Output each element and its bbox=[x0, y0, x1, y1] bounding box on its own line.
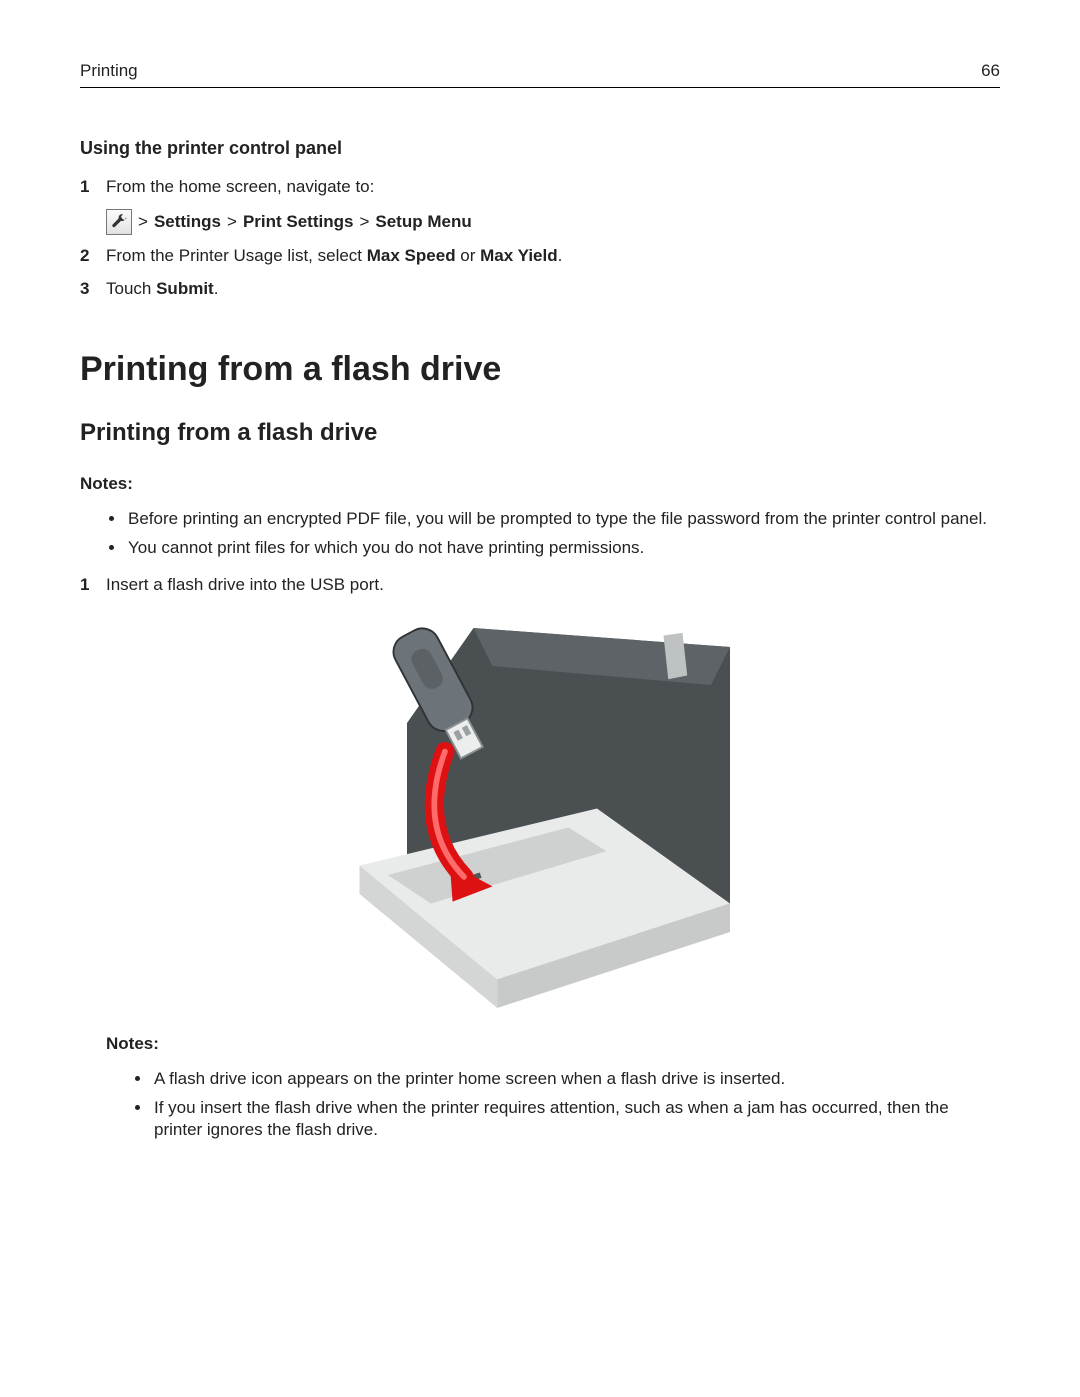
note-item: A flash drive icon appears on the printe… bbox=[152, 1068, 1000, 1091]
step-text: From the home screen, navigate to: bbox=[106, 176, 1000, 199]
step-3: 3 Touch Submit. bbox=[80, 278, 1000, 301]
step-text: Touch Submit. bbox=[106, 278, 1000, 301]
text-fragment: . bbox=[558, 246, 563, 265]
text-bold: Submit bbox=[156, 279, 214, 298]
step-text: From the Printer Usage list, select Max … bbox=[106, 245, 1000, 268]
path-sep: > bbox=[227, 211, 237, 234]
text-fragment: From the Printer Usage list, select bbox=[106, 246, 367, 265]
step-insert-flash: 1 Insert a flash drive into the USB port… bbox=[80, 574, 1000, 597]
path-setup-menu: Setup Menu bbox=[375, 211, 471, 234]
header-section: Printing bbox=[80, 60, 138, 83]
step-number: 3 bbox=[80, 278, 106, 301]
notes-label-1: Notes: bbox=[80, 473, 1000, 496]
navigation-path: > Settings > Print Settings > Setup Menu bbox=[106, 209, 1000, 235]
steps-list-flash: 1 Insert a flash drive into the USB port… bbox=[80, 574, 1000, 597]
text-fragment: or bbox=[456, 246, 481, 265]
path-print-settings: Print Settings bbox=[243, 211, 354, 234]
path-sep: > bbox=[359, 211, 369, 234]
step-number: 1 bbox=[80, 574, 106, 597]
text-fragment: . bbox=[214, 279, 219, 298]
step-2: 2 From the Printer Usage list, select Ma… bbox=[80, 245, 1000, 268]
notes-list-1: Before printing an encrypted PDF file, y… bbox=[80, 508, 1000, 560]
note-item: If you insert the flash drive when the p… bbox=[152, 1097, 1000, 1143]
text-fragment: Touch bbox=[106, 279, 156, 298]
subheading-printing-flash-drive: Printing from a flash drive bbox=[80, 417, 1000, 449]
step-1: 1 From the home screen, navigate to: bbox=[80, 176, 1000, 199]
printer-usb-illustration bbox=[80, 609, 1000, 1015]
note-item: Before printing an encrypted PDF file, y… bbox=[126, 508, 1000, 531]
text-bold: Max Speed bbox=[367, 246, 456, 265]
notes-label-2: Notes: bbox=[106, 1033, 1000, 1056]
steps-list-1: 1 From the home screen, navigate to: > S… bbox=[80, 176, 1000, 301]
heading-printing-flash-drive: Printing from a flash drive bbox=[80, 347, 1000, 393]
header-page-number: 66 bbox=[981, 60, 1000, 83]
notes-list-2: A flash drive icon appears on the printe… bbox=[106, 1068, 1000, 1143]
step-number: 2 bbox=[80, 245, 106, 268]
notes-block-2: Notes: A flash drive icon appears on the… bbox=[106, 1033, 1000, 1143]
note-item: You cannot print files for which you do … bbox=[126, 537, 1000, 560]
path-settings: Settings bbox=[154, 211, 221, 234]
step-number: 1 bbox=[80, 176, 106, 199]
step-text: Insert a flash drive into the USB port. bbox=[106, 574, 1000, 597]
wrench-icon bbox=[106, 209, 132, 235]
section-title-control-panel: Using the printer control panel bbox=[80, 136, 1000, 160]
path-sep: > bbox=[138, 211, 148, 234]
text-bold: Max Yield bbox=[480, 246, 557, 265]
page-header: Printing 66 bbox=[80, 60, 1000, 88]
